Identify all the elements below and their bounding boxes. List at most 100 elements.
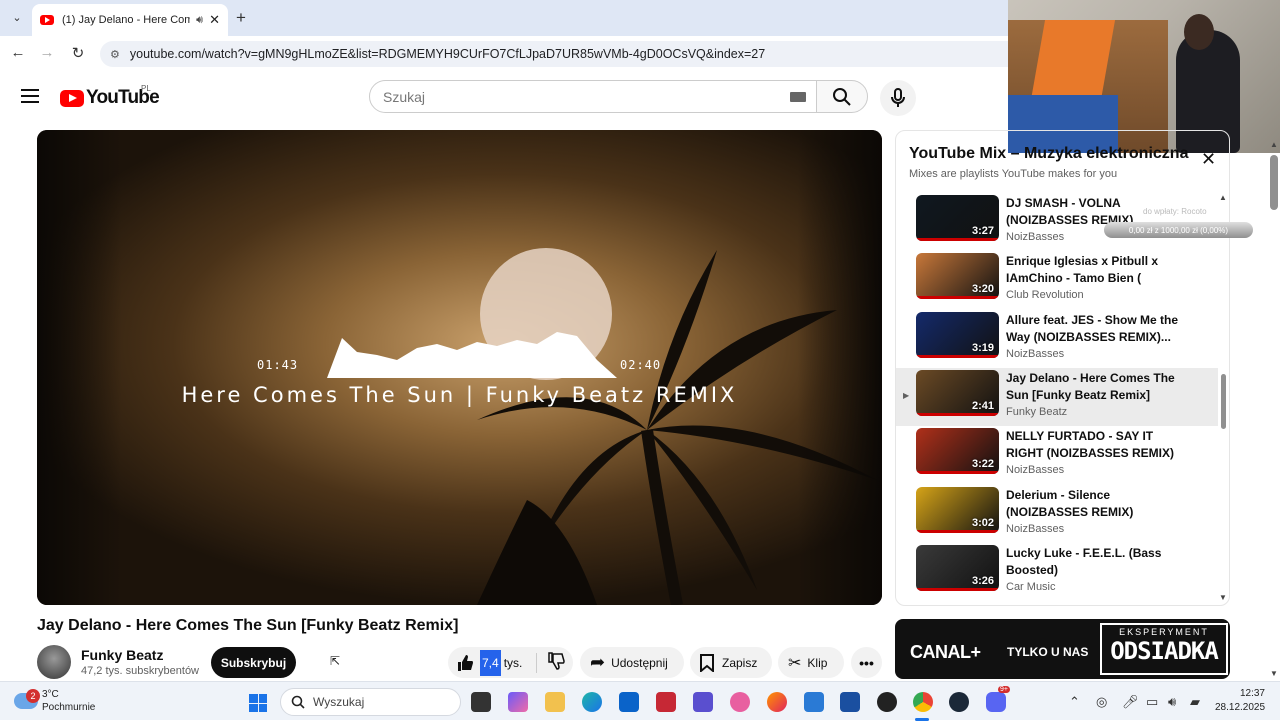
playlist-item[interactable]: 3:22 NELLY FURTADO - SAY IT RIGHT (NOIZBA… [896, 426, 1218, 484]
page-scrollbar[interactable] [1270, 155, 1278, 210]
playlist-item-title[interactable]: Jay Delano - Here Comes The Sun [Funky B… [1006, 370, 1181, 404]
like-button[interactable]: 7,4 tys. [448, 649, 536, 676]
page-scroll-up-icon[interactable]: ▲ [1270, 140, 1278, 149]
donation-progress-bar: 0,00 zł z 1000,00 zł (0,00%) [1104, 222, 1253, 238]
store-icon[interactable] [619, 692, 639, 712]
watched-bar [916, 529, 999, 533]
playlist-item[interactable]: 3:19 Allure feat. JES - Show Me the Way (… [896, 310, 1218, 368]
playlist-thumbnail[interactable]: 3:02 [916, 486, 999, 533]
duration-badge: 3:20 [971, 283, 994, 296]
copilot-icon[interactable] [508, 692, 528, 712]
playlist-item[interactable]: ▶ 2:41 Jay Delano - Here Comes The Sun [Fu… [896, 367, 1218, 426]
url-text: youtube.com/watch?v=gMN9gHLmoZE&list=RDG… [129, 47, 766, 61]
playlist-item-channel: NoizBasses [1006, 231, 1065, 243]
reload-icon[interactable]: ↻ [68, 44, 88, 62]
mic-tray-icon[interactable]: 🎤︎ [1122, 694, 1139, 710]
share-button[interactable]: ➦ Udostępnij [580, 647, 684, 678]
thumbs-down-icon [548, 652, 565, 670]
scroll-up-icon[interactable]: ▲ [1219, 193, 1227, 202]
date: 28.12.2025 [1215, 702, 1266, 713]
close-tab-icon[interactable]: ✕ [209, 12, 220, 28]
playlist-thumbnail[interactable]: 3:19 [916, 311, 999, 358]
more-actions-icon[interactable]: ••• [851, 647, 882, 678]
duration-badge: 3:22 [971, 458, 994, 471]
playlist-item[interactable]: 3:20 Enrique Iglesias x Pitbull x IAmChin… [896, 251, 1218, 309]
player-time-right: 02:40 [620, 358, 662, 372]
display-tray-icon[interactable]: ▭ [1146, 694, 1158, 710]
tray-app-icon[interactable]: ◎ [1096, 694, 1107, 710]
app-l-icon[interactable] [840, 692, 860, 712]
vpn-icon[interactable] [693, 692, 713, 712]
channel-avatar[interactable] [37, 645, 71, 679]
channel-name[interactable]: Funky Beatz [81, 647, 163, 663]
subscribe-button[interactable]: Subskrybuj [211, 647, 296, 678]
search-input[interactable]: Szukaj [369, 80, 817, 113]
clock[interactable]: 12:37 28.12.2025 [1215, 687, 1265, 715]
search-button[interactable] [816, 80, 868, 113]
playlist-thumbnail[interactable]: 3:20 [916, 253, 999, 300]
browser-tab[interactable]: (1) Jay Delano - Here Come 🔊︎ ✕ [32, 4, 228, 36]
video-player[interactable]: 01:43 02:40 Here Comes The Sun | Funky B… [37, 130, 882, 605]
obs-icon[interactable] [877, 692, 897, 712]
playlist-item[interactable]: 3:02 Delerium - Silence (NOIZBASSES REMIX… [896, 485, 1218, 543]
scroll-down-icon[interactable]: ▼ [1219, 593, 1227, 602]
taskbar-search[interactable]: Wyszukaj [280, 688, 461, 716]
start-icon[interactable] [249, 694, 267, 712]
playlist-thumbnail[interactable]: 3:27 [916, 195, 999, 241]
chrome-icon[interactable] [913, 692, 933, 712]
battery-icon[interactable]: ▰ [1190, 694, 1200, 710]
discord-icon[interactable]: 9+ [986, 686, 1010, 712]
donation-label: do wpłaty: Rocoto [1143, 207, 1207, 216]
video-title: Jay Delano - Here Comes The Sun [Funky B… [37, 617, 459, 634]
playlist-item-title[interactable]: NELLY FURTADO - SAY IT RIGHT (NOIZBASSES… [1006, 428, 1181, 462]
taskbar-search-icon [291, 695, 305, 709]
search-placeholder: Szukaj [383, 88, 426, 105]
search-icon [833, 87, 851, 106]
address-bar[interactable]: ⚙ youtube.com/watch?v=gMN9gHLmoZE&list=R… [100, 41, 1008, 67]
playlist-item-title[interactable]: Lucky Luke - F.E.E.L. (Bass Boosted) [1006, 545, 1181, 579]
clip-button[interactable]: ✂ Klip [778, 647, 844, 678]
volume-icon[interactable]: 🔊︎ [1168, 694, 1176, 710]
microphone-icon [891, 88, 905, 107]
new-tab-icon[interactable]: + [236, 8, 246, 28]
dislike-button[interactable] [537, 652, 565, 673]
duration-badge: 3:02 [971, 516, 994, 529]
mail-icon[interactable] [804, 692, 824, 712]
playlist-title: YouTube Mix – Muzyka elektroniczna [909, 145, 1189, 162]
forward-icon[interactable]: → [37, 44, 57, 61]
playlist-item-title[interactable]: Enrique Iglesias x Pitbull x IAmChino - … [1006, 253, 1181, 287]
back-icon[interactable]: ← [8, 44, 28, 61]
weather-widget[interactable]: 2 3°C Pochmurnie [14, 688, 95, 714]
firefox-icon[interactable] [767, 692, 787, 712]
tray-chevron-icon[interactable]: ⌃ [1069, 694, 1080, 710]
menu-icon[interactable] [21, 89, 39, 103]
save-button[interactable]: Zapisz [690, 647, 772, 678]
keyboard-icon[interactable] [790, 92, 806, 102]
watched-bar [916, 296, 999, 300]
task-view-icon[interactable] [471, 692, 491, 712]
site-info-icon[interactable]: ⚙ [110, 48, 120, 61]
tab-search-chevron-icon[interactable]: ⌄ [6, 6, 28, 28]
playlist-scrollbar[interactable] [1221, 374, 1226, 429]
playlist-item-title[interactable]: Delerium - Silence (NOIZBASSES REMIX) [1006, 487, 1181, 521]
edge-icon[interactable] [582, 692, 602, 712]
voice-search-button[interactable] [880, 80, 916, 116]
speaker-icon[interactable]: 🔊︎ [196, 14, 203, 27]
playlist-thumbnail[interactable]: 3:26 [916, 544, 999, 591]
advertisement-banner[interactable]: CANAL+ TYLKO U NAS EKSPERYMENT ODSIADKA [895, 619, 1230, 679]
watched-bar [916, 412, 999, 416]
share-icon: ➦ [590, 652, 606, 672]
close-playlist-icon[interactable]: ✕ [1201, 149, 1216, 170]
settings-app-icon[interactable] [730, 692, 750, 712]
steam-icon[interactable] [949, 692, 969, 712]
playlist-thumbnail[interactable]: 2:41 [916, 369, 999, 416]
watched-bar [916, 587, 999, 591]
playlist-item-title[interactable]: Allure feat. JES - Show Me the Way (NOIZ… [1006, 312, 1181, 346]
file-explorer-icon[interactable] [545, 692, 565, 712]
player-time-left: 01:43 [257, 358, 299, 372]
playlist-thumbnail[interactable]: 3:22 [916, 428, 999, 475]
duration-badge: 2:41 [971, 399, 994, 412]
playlist-item[interactable]: 3:26 Lucky Luke - F.E.E.L. (Bass Boosted)… [896, 543, 1218, 601]
page-scroll-down-icon[interactable]: ▼ [1270, 669, 1278, 678]
antivirus-icon[interactable] [656, 692, 676, 712]
